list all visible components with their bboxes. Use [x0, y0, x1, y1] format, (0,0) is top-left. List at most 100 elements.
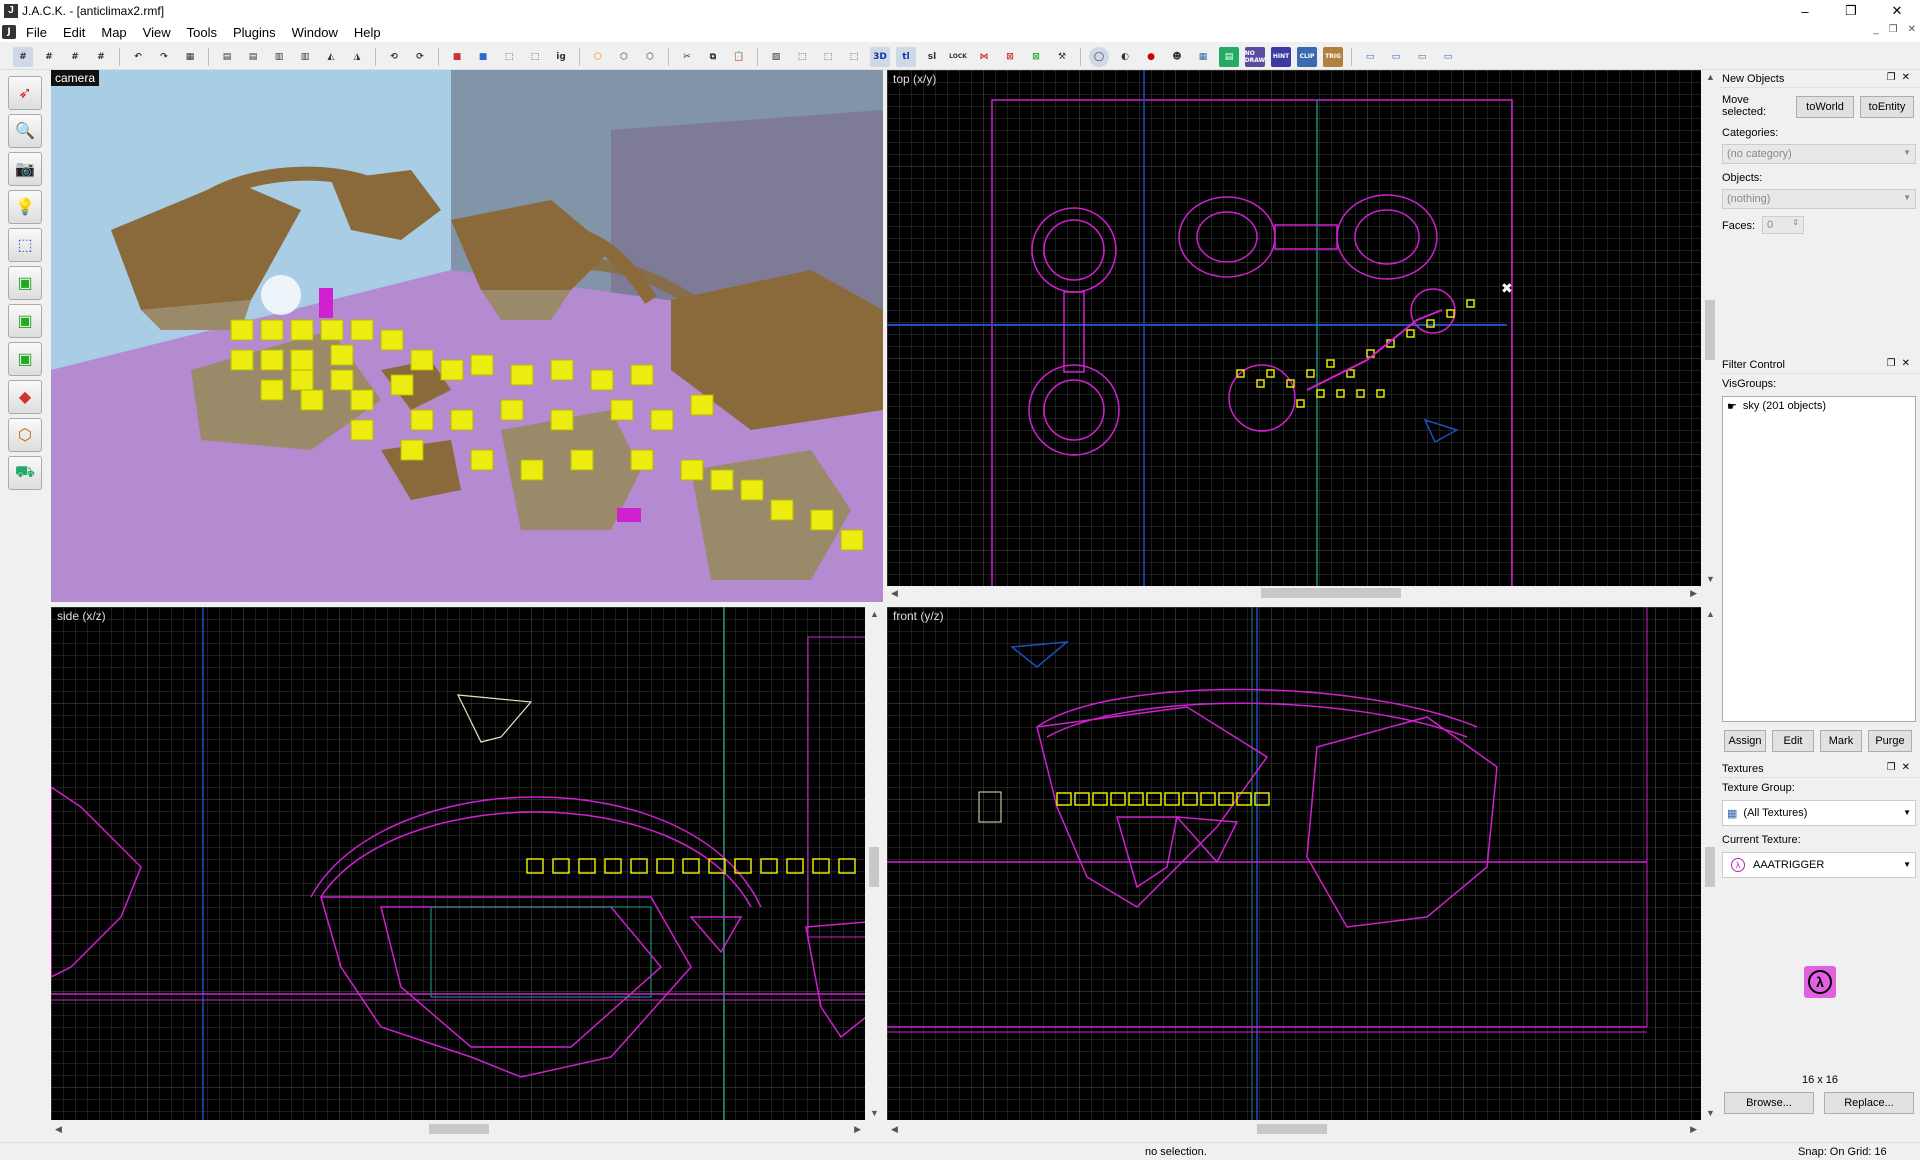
- grid-larger-icon[interactable]: #: [91, 47, 111, 67]
- mark-button[interactable]: Mark: [1820, 730, 1862, 752]
- mdi-restore-button[interactable]: ❐: [1889, 24, 1898, 35]
- align-left-icon[interactable]: ▤: [217, 47, 237, 67]
- side-viewport[interactable]: side (x/z): [51, 607, 865, 1120]
- menu-tools[interactable]: Tools: [179, 25, 225, 40]
- visgroup-item[interactable]: ☛ sky (201 objects): [1723, 397, 1915, 416]
- flip-v-icon[interactable]: ◮: [347, 47, 367, 67]
- assign-button[interactable]: Assign: [1724, 730, 1766, 752]
- side-v-scrollbar[interactable]: ▲ ▼: [867, 607, 881, 1120]
- current-texture-select[interactable]: λ AAATRIGGER ▼: [1722, 852, 1916, 878]
- menu-view[interactable]: View: [135, 25, 179, 40]
- menu-window[interactable]: Window: [284, 25, 346, 40]
- replace-button[interactable]: Replace...: [1824, 1092, 1914, 1114]
- nodraw-toggle[interactable]: NO DRAW: [1245, 46, 1265, 67]
- move-to-world-icon[interactable]: ⬡: [614, 47, 634, 67]
- view-3d-icon[interactable]: 3D: [870, 46, 890, 67]
- align-top-icon[interactable]: ▥: [269, 47, 289, 67]
- visgroups-list[interactable]: ☛ sky (201 objects): [1722, 396, 1916, 722]
- decal-tool-icon[interactable]: ▣: [8, 342, 42, 376]
- save-file-icon[interactable]: ▭: [1412, 47, 1432, 67]
- hide-selection-icon[interactable]: ⬚: [499, 47, 519, 67]
- mdi-close-button[interactable]: ✕: [1908, 24, 1916, 35]
- selection-tool-icon[interactable]: ➶: [8, 76, 42, 110]
- clip-toggle[interactable]: CLIP: [1297, 46, 1317, 67]
- check-problems-icon[interactable]: ⊠: [1026, 47, 1046, 67]
- model-icon[interactable]: ☻: [1167, 47, 1187, 67]
- objects-select[interactable]: (nothing) ▼: [1722, 189, 1916, 209]
- close-button[interactable]: ✕: [1874, 0, 1920, 22]
- cut-icon[interactable]: ✂: [677, 47, 697, 67]
- new-file-icon[interactable]: ▭: [1360, 47, 1380, 67]
- paste-icon[interactable]: 📋: [729, 47, 749, 67]
- texture-lock-icon[interactable]: ▨: [766, 47, 786, 67]
- mdi-minimize-button[interactable]: _: [1873, 24, 1879, 35]
- to-entity-button[interactable]: toEntity: [1860, 96, 1914, 118]
- faces-stepper[interactable]: 0 ⇕: [1762, 216, 1804, 234]
- save-as-icon[interactable]: ▭: [1438, 47, 1458, 67]
- flip-h-icon[interactable]: ◭: [321, 47, 341, 67]
- path-tool-icon[interactable]: ⛟: [8, 456, 42, 490]
- entity-point-icon[interactable]: ●: [1141, 47, 1161, 67]
- entity-tool-icon[interactable]: 💡: [8, 190, 42, 224]
- panel-float-close-icon[interactable]: ❐✕: [1887, 762, 1916, 773]
- redo-icon[interactable]: ↷: [154, 47, 174, 67]
- magnify-tool-icon[interactable]: 🔍: [8, 114, 42, 148]
- texture-browser-icon[interactable]: ▤: [1219, 46, 1239, 67]
- grid-icon[interactable]: #: [13, 46, 33, 67]
- trigger-toggle[interactable]: TRIG: [1323, 46, 1343, 67]
- vertex-tool-icon[interactable]: ⬡: [8, 418, 42, 452]
- ungroup-icon[interactable]: ■: [473, 47, 493, 67]
- camera-tool-icon[interactable]: 📷: [8, 152, 42, 186]
- browse-button[interactable]: Browse...: [1724, 1092, 1814, 1114]
- scale-lock-toggle[interactable]: sl: [922, 47, 942, 67]
- grid-smaller-icon[interactable]: #: [65, 47, 85, 67]
- grid-3d-icon[interactable]: #: [39, 47, 59, 67]
- open-file-icon[interactable]: ▭: [1386, 47, 1406, 67]
- minimize-button[interactable]: –: [1782, 0, 1828, 22]
- edit-button[interactable]: Edit: [1772, 730, 1814, 752]
- group-icon[interactable]: ■: [447, 47, 467, 67]
- categories-select[interactable]: (no category) ▼: [1722, 144, 1916, 164]
- camera-viewport[interactable]: camera: [51, 70, 883, 602]
- panel-float-close-icon[interactable]: ❐✕: [1887, 358, 1916, 369]
- copy-icon[interactable]: ⧉: [703, 47, 723, 67]
- top-h-scrollbar[interactable]: ◀ ▶: [887, 586, 1701, 600]
- show-all-icon[interactable]: ⬚: [525, 47, 545, 67]
- menu-edit[interactable]: Edit: [55, 25, 93, 40]
- texture-lock-toggle[interactable]: tl: [896, 46, 916, 67]
- entity-report-icon[interactable]: ⚒: [1052, 47, 1072, 67]
- compile-icon[interactable]: ⊠: [1000, 47, 1020, 67]
- menu-plugins[interactable]: Plugins: [225, 25, 284, 40]
- lock-icon[interactable]: LOCK: [948, 47, 968, 67]
- select-area-icon[interactable]: ⬚: [844, 47, 864, 67]
- menu-help[interactable]: Help: [346, 25, 389, 40]
- move-to-entity-icon[interactable]: ⬡: [640, 47, 660, 67]
- select-icon[interactable]: ⬚: [792, 47, 812, 67]
- hint-toggle[interactable]: HINT: [1271, 46, 1291, 67]
- block-tool-icon[interactable]: ⬚: [8, 228, 42, 262]
- apply-texture-icon[interactable]: ▣: [8, 304, 42, 338]
- tie-entity-icon[interactable]: ⬡: [588, 47, 608, 67]
- circle-select-icon[interactable]: ◯: [1089, 46, 1109, 67]
- side-h-scrollbar[interactable]: ◀ ▶: [51, 1122, 865, 1136]
- texture-group-select[interactable]: ▦ (All Textures) ▼: [1722, 800, 1916, 826]
- align-bottom-icon[interactable]: ▥: [295, 47, 315, 67]
- front-v-scrollbar[interactable]: ▲ ▼: [1703, 607, 1717, 1120]
- rotate-left-icon[interactable]: ⟲: [384, 47, 404, 67]
- menu-map[interactable]: Map: [93, 25, 134, 40]
- select-objects-icon[interactable]: ⬚: [818, 47, 838, 67]
- clip-tool-icon[interactable]: ◆: [8, 380, 42, 414]
- align-right-icon[interactable]: ▤: [243, 47, 263, 67]
- to-world-button[interactable]: toWorld: [1796, 96, 1854, 118]
- panel-float-close-icon[interactable]: ❐✕: [1887, 72, 1916, 83]
- ignore-group-icon[interactable]: ig: [551, 47, 571, 67]
- top-viewport[interactable]: ✖ top (x/y): [887, 70, 1701, 586]
- purge-button[interactable]: Purge: [1868, 730, 1912, 752]
- menu-file[interactable]: File: [18, 25, 55, 40]
- eye-icon[interactable]: ☛: [1727, 400, 1737, 413]
- texture-app-icon[interactable]: ▦: [1193, 47, 1213, 67]
- front-viewport[interactable]: front (y/z): [887, 607, 1701, 1120]
- texture-tool-icon[interactable]: ▣: [8, 266, 42, 300]
- carve-icon[interactable]: ▦: [180, 47, 200, 67]
- front-h-scrollbar[interactable]: ◀ ▶: [887, 1122, 1701, 1136]
